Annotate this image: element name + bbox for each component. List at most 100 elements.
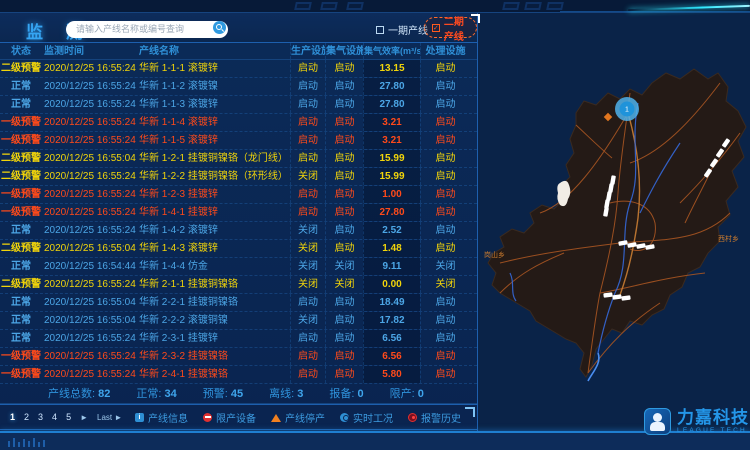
- legend-button[interactable]: 限产设备: [203, 410, 256, 425]
- map-cluster-marker[interactable]: 1: [615, 97, 639, 121]
- efficiency-cell: 27.80: [363, 78, 420, 95]
- production-facility-cell: 关闭: [290, 258, 325, 275]
- page-button[interactable]: 4: [52, 412, 57, 422]
- efficiency-cell: 0.00: [363, 276, 420, 293]
- page-button[interactable]: 5: [66, 412, 71, 422]
- decor-block: [546, 2, 564, 10]
- table-row[interactable]: 正常2020/12/25 16:54:44华新 1-4-4 仿金关闭关闭9.11…: [0, 258, 477, 276]
- phase1-label: 一期产线: [388, 22, 428, 37]
- summary-value: 82: [98, 388, 110, 400]
- status-cell: 正常: [0, 258, 42, 275]
- table-row[interactable]: 一级预警2020/12/25 16:55:24华新 1-2-3 挂镀锌启动启动1…: [0, 186, 477, 204]
- status-cell: 正常: [0, 312, 42, 329]
- table-row[interactable]: 二级预警2020/12/25 16:55:24华新 1-1-1 滚镀锌启动启动1…: [0, 60, 477, 78]
- gas-facility-cell: 启动: [325, 222, 363, 239]
- efficiency-cell: 3.21: [363, 114, 420, 131]
- production-facility-cell: 启动: [290, 186, 325, 203]
- status-cell: 一级预警: [0, 204, 42, 221]
- treatment-facility-cell: 启动: [420, 78, 470, 95]
- time-cell: 2020/12/25 16:55:24: [42, 114, 137, 131]
- table-row[interactable]: 正常2020/12/25 16:55:24华新 1-1-2 滚镀镍启动启动27.…: [0, 78, 477, 96]
- map-label: 岗山乡: [484, 250, 505, 259]
- decor-block: [502, 2, 520, 10]
- legend-button[interactable]: 产线停产: [271, 410, 325, 425]
- column-header: 监测时间: [42, 43, 137, 59]
- production-facility-cell: 启动: [290, 78, 325, 95]
- legend-button[interactable]: 实时工况: [340, 410, 393, 425]
- search-icon[interactable]: [213, 21, 226, 34]
- decor-line: [560, 11, 750, 12]
- ban-circle-icon: [203, 413, 212, 422]
- legend-button[interactable]: i产线信息: [135, 410, 188, 425]
- legend-button[interactable]: 报警历史: [408, 410, 461, 425]
- summary-item: 报备: 0: [329, 384, 363, 403]
- line-name-cell: 华新 1-4-4 仿金: [137, 258, 290, 275]
- status-cell: 正常: [0, 330, 42, 347]
- table-row[interactable]: 正常2020/12/25 16:55:04华新 2-2-1 挂镀铜镍铬启动启动1…: [0, 294, 477, 312]
- table-row[interactable]: 二级预警2020/12/25 16:55:24华新 1-2-2 挂镀铜镍铬（环形…: [0, 168, 477, 186]
- table-row[interactable]: 正常2020/12/25 16:55:24华新 1-4-2 滚镀锌关闭启动2.5…: [0, 222, 477, 240]
- top-decor-bar: [0, 0, 750, 13]
- gas-facility-cell: 启动: [325, 168, 363, 185]
- table-row[interactable]: 正常2020/12/25 16:55:24华新 2-3-1 挂镀锌启动启动6.5…: [0, 330, 477, 348]
- column-header: 产线名称: [137, 43, 290, 59]
- search-box: [66, 19, 228, 36]
- phase1-checkbox[interactable]: 一期产线: [376, 22, 428, 37]
- treatment-facility-cell: 启动: [420, 114, 470, 131]
- production-facility-cell: 关闭: [290, 276, 325, 293]
- time-cell: 2020/12/25 16:55:24: [42, 168, 137, 185]
- line-name-cell: 华新 1-1-3 滚镀锌: [137, 96, 290, 113]
- table-header: 状态监测时间产线名称生产设施集气设施集气效率(m³/s)处理设施: [0, 43, 477, 60]
- table-row[interactable]: 二级预警2020/12/25 16:55:04华新 1-4-3 滚镀锌关闭启动1…: [0, 240, 477, 258]
- efficiency-cell: 6.56: [363, 348, 420, 365]
- summary-item: 离线: 3: [269, 384, 303, 403]
- time-cell: 2020/12/25 16:55:24: [42, 204, 137, 221]
- line-name-cell: 华新 2-3-1 挂镀锌: [137, 330, 290, 347]
- map-label: 西村乡: [718, 234, 739, 243]
- column-header: 生产设施: [290, 43, 325, 59]
- line-name-cell: 华新 2-4-1 挂镀镍铬: [137, 366, 290, 383]
- selection-corner-icon: [471, 14, 480, 23]
- page-button[interactable]: 2: [24, 412, 29, 422]
- line-name-cell: 华新 2-2-1 挂镀铜镍铬: [137, 294, 290, 311]
- table-row[interactable]: 二级预警2020/12/25 16:55:24华新 2-1-1 挂镀铜镍铬关闭关…: [0, 276, 477, 294]
- time-cell: 2020/12/25 16:55:04: [42, 294, 137, 311]
- summary-label: 产线总数:: [48, 388, 98, 400]
- status-cell: 一级预警: [0, 348, 42, 365]
- table-row[interactable]: 正常2020/12/25 16:55:04华新 2-2-2 滚镀铜镍关闭启动17…: [0, 312, 477, 330]
- status-cell: 正常: [0, 96, 42, 113]
- next-page-button[interactable]: ►: [80, 413, 88, 422]
- treatment-facility-cell: 启动: [420, 222, 470, 239]
- status-cell: 一级预警: [0, 186, 42, 203]
- region-map[interactable]: 1 岗山乡 西村乡: [480, 43, 750, 431]
- production-facility-cell: 启动: [290, 150, 325, 167]
- page-button[interactable]: 1: [10, 412, 15, 422]
- table-row[interactable]: 一级预警2020/12/25 16:55:24华新 1-4-1 挂镀锌启动启动2…: [0, 204, 477, 222]
- table-row[interactable]: 一级预警2020/12/25 16:55:24华新 2-3-2 挂镀镍铬启动启动…: [0, 348, 477, 366]
- svg-text:1: 1: [625, 107, 629, 114]
- decor-block: [524, 2, 542, 10]
- table-row[interactable]: 一级预警2020/12/25 16:55:24华新 2-4-1 挂镀镍铬启动启动…: [0, 366, 477, 384]
- last-page-button[interactable]: Last ►: [97, 413, 122, 422]
- production-facility-cell: 启动: [290, 330, 325, 347]
- bottom-strip: [0, 431, 750, 450]
- decor-block: [320, 2, 338, 10]
- efficiency-cell: 1.48: [363, 240, 420, 257]
- table-row[interactable]: 二级预警2020/12/25 16:55:04华新 1-2-1 挂镀铜镍铬（龙门…: [0, 150, 477, 168]
- summary-value: 3: [297, 388, 303, 400]
- table-row[interactable]: 正常2020/12/25 16:55:24华新 1-1-3 滚镀锌启动启动27.…: [0, 96, 477, 114]
- table-row[interactable]: 一级预警2020/12/25 16:55:24华新 1-1-4 滚镀锌启动启动3…: [0, 114, 477, 132]
- status-cell: 二级预警: [0, 150, 42, 167]
- line-name-cell: 华新 1-4-3 滚镀锌: [137, 240, 290, 257]
- search-input[interactable]: [66, 21, 228, 38]
- phase2-button[interactable]: ✓ 二期产线: [424, 17, 477, 38]
- logo-subtitle: LEAGUE TECH: [677, 428, 749, 435]
- treatment-facility-cell: 启动: [420, 240, 470, 257]
- production-facility-cell: 启动: [290, 114, 325, 131]
- page-button[interactable]: 3: [38, 412, 43, 422]
- production-facility-cell: 启动: [290, 96, 325, 113]
- summary-label: 报备:: [329, 388, 357, 400]
- legend-buttons: i产线信息限产设备产线停产实时工况报警历史: [135, 410, 477, 425]
- table-row[interactable]: 一级预警2020/12/25 16:55:24华新 1-1-5 滚镀锌启动启动3…: [0, 132, 477, 150]
- treatment-facility-cell: 启动: [420, 186, 470, 203]
